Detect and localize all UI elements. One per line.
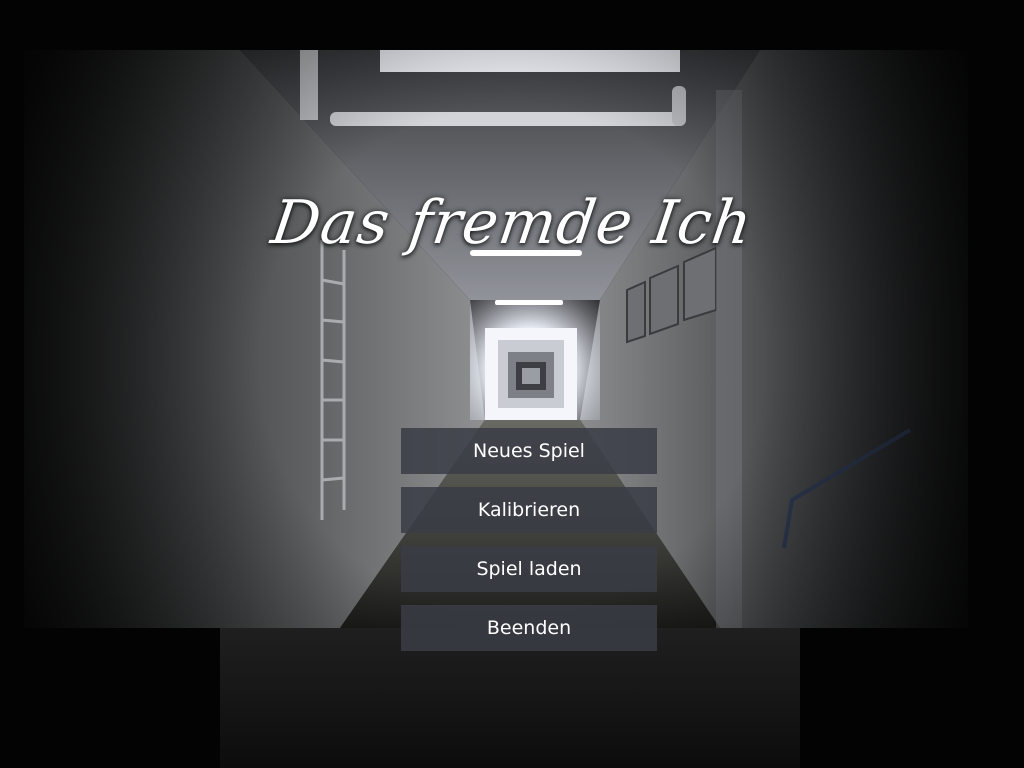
new-game-button[interactable]: Neues Spiel (401, 428, 657, 474)
quit-button[interactable]: Beenden (401, 605, 657, 651)
load-game-button[interactable]: Spiel laden (401, 546, 657, 592)
calibrate-button[interactable]: Kalibrieren (401, 487, 657, 533)
main-menu: Neues Spiel Kalibrieren Spiel laden Been… (401, 428, 657, 664)
main-menu-screen: Das fremde Ich Neues Spiel Kalibrieren S… (0, 0, 1024, 768)
game-title: Das fremde Ich (267, 188, 757, 258)
